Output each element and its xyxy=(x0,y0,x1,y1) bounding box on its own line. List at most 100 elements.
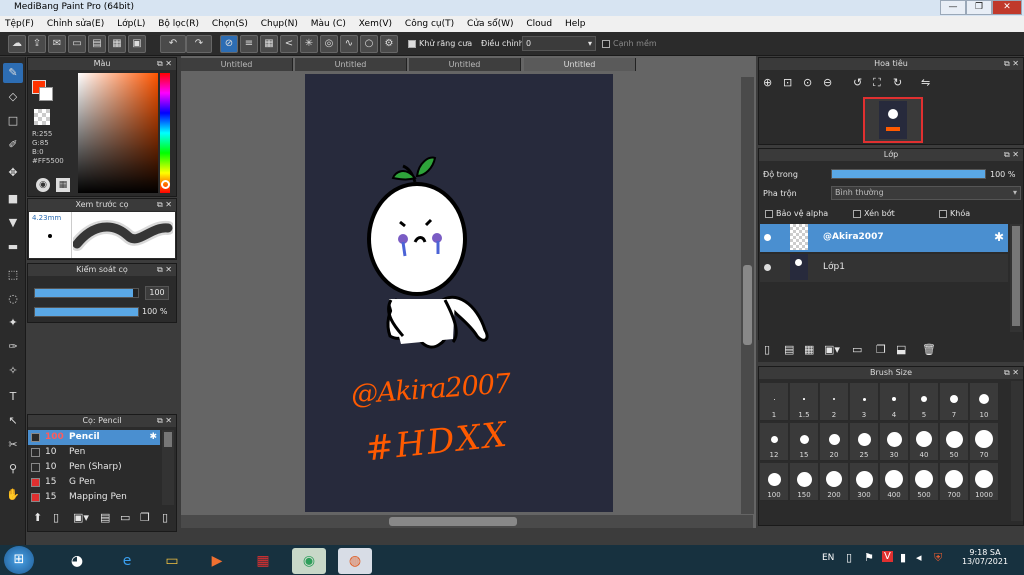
start-button[interactable]: ⊞ xyxy=(4,546,34,574)
menu-edit[interactable]: Chỉnh sửa(E) xyxy=(42,16,109,32)
tab-untitled-4[interactable]: Untitled xyxy=(524,58,636,71)
minimize-button[interactable]: — xyxy=(940,0,966,15)
language-indicator[interactable]: EN xyxy=(822,553,834,563)
brush-size-option[interactable]: 300 xyxy=(850,463,879,501)
add-brush-icon[interactable]: ⬆ xyxy=(33,511,42,524)
menu-select[interactable]: Chọn(S) xyxy=(207,16,253,32)
brush-list-item[interactable]: 100 Pencil ✱ xyxy=(28,430,160,445)
tab-untitled-1[interactable]: Untitled xyxy=(181,58,293,71)
panel-close-icon[interactable]: ⧉ ✕ xyxy=(1004,367,1019,379)
magic-wand-icon[interactable]: ✦ xyxy=(3,313,23,333)
menu-view[interactable]: Xem(V) xyxy=(354,16,397,32)
antivirus-icon[interactable]: V xyxy=(882,551,893,562)
brush-tool-icon[interactable]: ✎ xyxy=(3,63,23,83)
palette-icon[interactable]: ▦ xyxy=(56,178,70,192)
hue-handle[interactable] xyxy=(161,180,170,189)
gear-icon[interactable]: ✱ xyxy=(994,230,1004,244)
medibang-taskbar-icon[interactable]: ◍ xyxy=(338,548,372,574)
smooth-edge-checkbox[interactable]: Cạnh mềm xyxy=(602,39,657,48)
brush-size-field[interactable]: 100 xyxy=(145,286,169,300)
clock[interactable]: 9:18 SA 13/07/2021 xyxy=(955,548,1015,566)
brush-size-option[interactable]: 30 xyxy=(880,423,909,461)
brush-size-slider[interactable] xyxy=(34,288,139,298)
pages-icon[interactable]: ▦ xyxy=(108,35,126,53)
panel-close-icon[interactable]: ⧉ ✕ xyxy=(157,199,172,211)
grid-snap-icon[interactable]: ▦ xyxy=(260,35,278,53)
brush-list-scrollbar[interactable] xyxy=(162,430,174,505)
tray-icon[interactable]: ▯ xyxy=(846,551,852,564)
layer-opacity-slider[interactable] xyxy=(831,169,986,179)
brush-file-icon[interactable]: ▤ xyxy=(100,511,110,524)
perspective-snap-icon[interactable]: < xyxy=(280,35,298,53)
brush-size-option[interactable]: 12 xyxy=(760,423,789,461)
shape-tool-icon[interactable]: ■ xyxy=(3,189,23,209)
brush-size-option[interactable]: 25 xyxy=(850,423,879,461)
folder-icon[interactable]: ▭ xyxy=(852,343,862,356)
internet-explorer-icon[interactable]: e xyxy=(110,548,144,574)
color-wheel-icon[interactable]: ◉ xyxy=(36,178,50,192)
eraser-tool-icon[interactable]: ◇ xyxy=(3,87,23,107)
lock-checkbox[interactable]: Khóa xyxy=(939,209,970,218)
scroll-thumb[interactable] xyxy=(743,265,752,345)
layer-row[interactable]: Lớp1 xyxy=(760,254,1008,282)
panel-close-icon[interactable]: ⧉ ✕ xyxy=(1004,149,1019,161)
add-layer-menu-icon[interactable]: ▣▾ xyxy=(824,343,840,356)
brush-list-item[interactable]: 15 G Pen xyxy=(28,475,160,490)
brush-size-scrollbar[interactable] xyxy=(1011,381,1023,521)
brush-size-option[interactable]: 50 xyxy=(940,423,969,461)
close-button[interactable]: ✕ xyxy=(992,0,1022,15)
redo-icon[interactable]: ↷ xyxy=(186,35,212,53)
brush-list-item[interactable]: 10 Pen (Sharp) xyxy=(28,460,160,475)
canvas-vertical-scrollbar[interactable] xyxy=(741,77,754,514)
clipping-checkbox[interactable]: Xén bớt xyxy=(853,209,895,218)
brush-list-item[interactable]: 10 Pen xyxy=(28,445,160,460)
undo-icon[interactable]: ↶ xyxy=(160,35,186,53)
menu-layer[interactable]: Lớp(L) xyxy=(112,16,150,32)
snap-off-icon[interactable]: ⊘ xyxy=(220,35,238,53)
shield-icon[interactable]: ⛨ xyxy=(934,551,942,565)
select-rect-icon[interactable]: ⬚ xyxy=(3,265,23,285)
tab-untitled-2[interactable]: Untitled xyxy=(295,58,407,71)
eye-icon[interactable] xyxy=(764,234,771,241)
brush-size-option[interactable]: 10 xyxy=(970,383,999,421)
curve-snap-icon[interactable]: ∿ xyxy=(340,35,358,53)
panel-close-icon[interactable]: ⧉ ✕ xyxy=(157,415,172,427)
menu-file[interactable]: Tệp(F) xyxy=(0,16,39,32)
panel-close-icon[interactable]: ⧉ ✕ xyxy=(157,264,172,276)
brush-size-option[interactable]: 1 xyxy=(760,383,789,421)
panel-close-icon[interactable]: ⧉ ✕ xyxy=(1004,58,1019,70)
menu-tools[interactable]: Công cụ(T) xyxy=(400,16,459,32)
network-icon[interactable]: ▮ xyxy=(900,551,906,564)
rotate-left-icon[interactable]: ↺ xyxy=(853,76,862,89)
scroll-thumb[interactable] xyxy=(1012,226,1020,326)
saturation-value-picker[interactable] xyxy=(78,73,158,193)
brush-size-option[interactable]: 700 xyxy=(940,463,969,501)
new-brush-icon[interactable]: ▯ xyxy=(53,511,59,524)
gear-icon[interactable]: ✱ xyxy=(149,430,157,445)
save-icon[interactable]: ▣ xyxy=(128,35,146,53)
menu-snap[interactable]: Chụp(N) xyxy=(256,16,303,32)
rotate-right-icon[interactable]: ↻ xyxy=(893,76,902,89)
brush-opacity-slider[interactable] xyxy=(34,307,139,317)
duplicate-icon[interactable]: ❐ xyxy=(140,511,150,524)
brush-size-option[interactable]: 2 xyxy=(820,383,849,421)
flag-icon[interactable]: ⚑ xyxy=(864,551,874,564)
brush-size-option[interactable]: 7 xyxy=(940,383,969,421)
circle-snap-icon[interactable]: ○ xyxy=(360,35,378,53)
volume-icon[interactable]: ◂ xyxy=(916,551,922,564)
brush-list-item[interactable]: 15 Mapping Pen xyxy=(28,490,160,505)
fill-tool-icon[interactable]: ▼ xyxy=(3,213,23,233)
brush-size-option[interactable]: 4 xyxy=(880,383,909,421)
brush-size-option[interactable]: 500 xyxy=(910,463,939,501)
operation-tool-icon[interactable]: ↖ xyxy=(3,411,23,431)
brush-size-option[interactable]: 15 xyxy=(790,423,819,461)
parallel-snap-icon[interactable]: ≡ xyxy=(240,35,258,53)
select-pen-tool-icon[interactable]: ✑ xyxy=(3,337,23,357)
menu-filter[interactable]: Bộ lọc(R) xyxy=(153,16,204,32)
zoom-fit-icon[interactable]: ⊡ xyxy=(783,76,792,89)
protect-alpha-checkbox[interactable]: Bảo vệ alpha xyxy=(765,209,828,218)
menu-cloud[interactable]: Cloud xyxy=(521,16,557,32)
fit-window-icon[interactable]: ⛶ xyxy=(873,76,881,90)
scroll-thumb[interactable] xyxy=(389,517,517,526)
drawing-canvas[interactable]: @Akira2007 #HDXX xyxy=(305,74,613,512)
